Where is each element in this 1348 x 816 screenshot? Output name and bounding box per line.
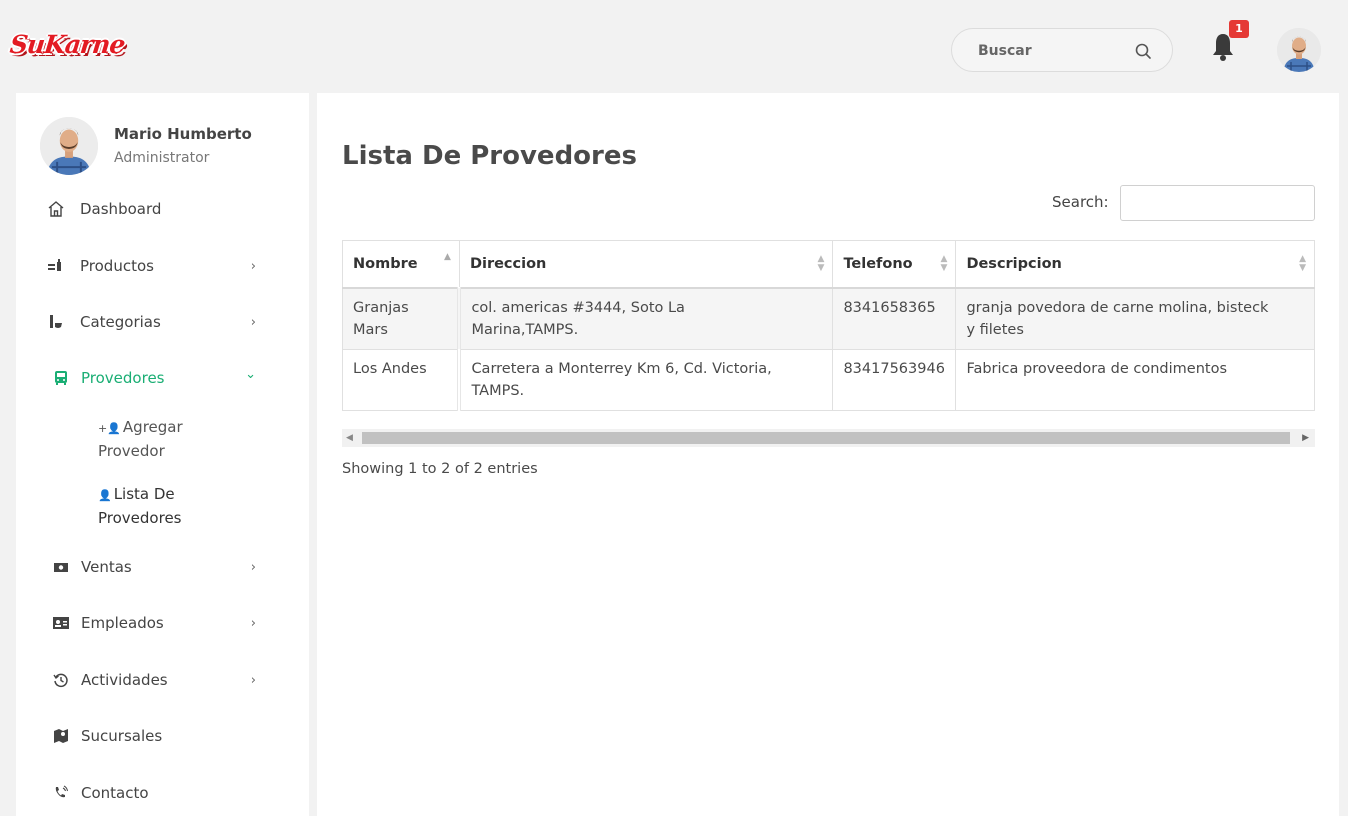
cell-text: granja povedora de carne molina, bisteck (966, 299, 1269, 316)
cell-descripcion: granja povedora de carne molina, bisteck… (955, 287, 1315, 350)
search-icon[interactable] (1132, 40, 1154, 62)
cell-text: Los Andes (353, 360, 427, 377)
chevron-down-icon: ⌄ (245, 367, 256, 382)
cell-text: y filetes (966, 321, 1024, 338)
subitem-label: Provedor (98, 442, 165, 460)
cell-nombre: Los Andes (342, 348, 462, 411)
column-header-telefono[interactable]: Telefono ▲ ▼ (832, 240, 957, 289)
chevron-right-icon: › (250, 673, 256, 688)
user-cog-icon: 👤 (98, 489, 112, 502)
cell-text: Carretera a Monterrey Km 6, Cd. Victoria… (471, 360, 772, 377)
bus-icon (51, 368, 71, 388)
sidebar-item-label: Ventas (81, 558, 132, 576)
scroll-left-icon[interactable]: ◀ (346, 433, 353, 443)
search-input[interactable] (978, 40, 1128, 62)
history-icon (51, 670, 71, 690)
chevron-right-icon: › (250, 560, 256, 575)
table-row[interactable]: Granjas Mars col. americas #3444, Soto L… (342, 287, 1315, 350)
sort-both-icon: ▲ ▼ (1299, 254, 1306, 273)
notification-badge[interactable]: 1 (1229, 20, 1249, 38)
chevron-right-icon: › (250, 315, 256, 330)
sidebar-item-categorias[interactable]: Categorias › (46, 307, 276, 337)
subitem-label: Lista De (113, 485, 175, 503)
chevron-right-icon: › (250, 259, 256, 274)
profile-avatar[interactable] (40, 117, 98, 175)
column-header-label: Nombre (353, 255, 418, 272)
subitem-label: Agregar (122, 418, 183, 436)
column-header-descripcion[interactable]: Descripcion ▲ ▼ (955, 240, 1315, 289)
profile-name: Mario Humberto (114, 125, 252, 143)
table-info: Showing 1 to 2 of 2 entries (342, 461, 538, 477)
cell-direccion: Carretera a Monterrey Km 6, Cd. Victoria… (458, 348, 834, 411)
id-card-icon (51, 613, 71, 633)
table-search-label: Search: (1052, 193, 1109, 211)
sidebar-item-label: Provedores (81, 369, 165, 387)
sidebar-item-actividades[interactable]: Actividades › (51, 665, 281, 695)
cell-text: col. americas #3444, Soto La (471, 299, 685, 316)
subitem-label: Provedores (98, 509, 182, 527)
page-title: Lista De Provedores (342, 141, 637, 171)
sidebar-item-contacto[interactable]: Contacto (51, 778, 281, 808)
table-search-input[interactable] (1120, 185, 1315, 221)
sidebar-item-empleados[interactable]: Empleados › (51, 608, 281, 638)
sidebar: Mario Humberto Administrator Dashboard P… (16, 93, 309, 816)
column-header-label: Direccion (469, 255, 547, 272)
sidebar-item-ventas[interactable]: Ventas › (51, 552, 281, 582)
sort-both-icon: ▲ ▼ (940, 254, 948, 273)
profile-role: Administrator (114, 150, 210, 166)
sidebar-item-label: Actividades (81, 671, 168, 689)
sidebar-item-dashboard[interactable]: Dashboard (46, 194, 276, 224)
user-plus-icon: +👤 (98, 422, 121, 435)
products-icon (46, 256, 66, 276)
column-header-label: Telefono (843, 255, 913, 272)
categories-icon (46, 312, 66, 332)
cell-descripcion: Fabrica proveedora de condimentos (955, 348, 1315, 411)
cell-text: Marina,TAMPS. (471, 321, 579, 338)
scrollbar-thumb[interactable] (362, 432, 1290, 444)
providers-table: Nombre ▲ Direccion ▲ ▼ Telefono ▲ ▼ Descri… (342, 240, 1315, 411)
cell-text: TAMPS. (471, 382, 525, 399)
global-search (951, 28, 1173, 72)
cell-nombre: Granjas Mars (342, 287, 462, 350)
sidebar-item-label: Contacto (81, 784, 149, 802)
cell-telefono: 83417563946 (832, 348, 957, 411)
user-avatar[interactable] (1277, 28, 1321, 72)
subitem-agregar-provedor[interactable]: +👤 Agregar Provedor (98, 416, 258, 463)
scroll-right-icon[interactable]: ▶ (1302, 433, 1309, 443)
cell-text: Fabrica proveedora de condimentos (966, 360, 1228, 377)
main-panel: Lista De Provedores Search: Nombre ▲ Dir… (317, 93, 1339, 816)
sidebar-item-label: Sucursales (81, 727, 163, 745)
sidebar-item-provedores[interactable]: Provedores ⌄ (51, 363, 281, 393)
logo-text: SuKarne (8, 30, 126, 59)
column-header-label: Descripcion (966, 255, 1062, 272)
horizontal-scrollbar[interactable]: ◀ ▶ (342, 429, 1315, 447)
avatar-image (1277, 28, 1321, 72)
sukarne-logo[interactable]: SuKarne (8, 26, 125, 66)
sort-both-icon: ▲ ▼ (817, 254, 825, 273)
cell-text: Granjas (353, 299, 409, 316)
table-row[interactable]: Los Andes Carretera a Monterrey Km 6, Cd… (342, 348, 1315, 411)
sidebar-item-productos[interactable]: Productos › (46, 251, 276, 281)
sidebar-item-label: Productos (80, 257, 154, 275)
top-header: SuKarne 1 (0, 0, 1348, 92)
sidebar-item-label: Empleados (81, 614, 164, 632)
cell-telefono: 8341658365 (832, 287, 957, 350)
sidebar-item-label: Categorias (80, 313, 161, 331)
subitem-lista-provedores[interactable]: 👤 Lista De Provedores (98, 483, 258, 530)
home-icon (46, 199, 66, 219)
sidebar-item-label: Dashboard (80, 200, 162, 218)
sidebar-item-sucursales[interactable]: Sucursales (51, 721, 281, 751)
map-icon (51, 726, 71, 746)
chevron-right-icon: › (250, 616, 256, 631)
profile-avatar-image (40, 117, 98, 175)
sort-asc-icon: ▲ (444, 252, 451, 262)
money-icon (51, 557, 71, 577)
cell-text: Mars (353, 321, 388, 338)
phone-icon (51, 783, 71, 803)
column-header-direccion[interactable]: Direccion ▲ ▼ (458, 240, 834, 289)
column-header-nombre[interactable]: Nombre ▲ (342, 240, 460, 289)
table-header-row: Nombre ▲ Direccion ▲ ▼ Telefono ▲ ▼ Descri… (342, 240, 1315, 289)
cell-direccion: col. americas #3444, Soto La Marina,TAMP… (458, 287, 834, 350)
